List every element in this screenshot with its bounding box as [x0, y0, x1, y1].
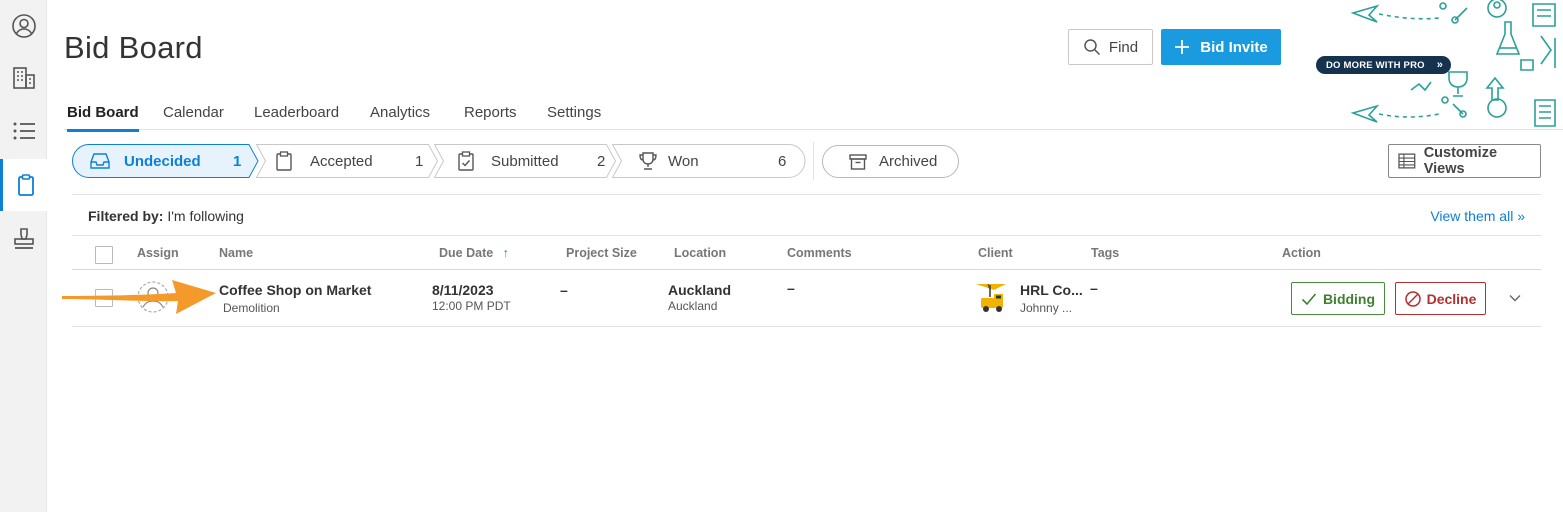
column-due-date[interactable]: Due Date ↑	[439, 246, 509, 260]
column-client[interactable]: Client	[978, 246, 1013, 260]
client-contact: Johnny ...	[1020, 301, 1073, 315]
trophy-icon	[638, 151, 658, 171]
table-grid-icon	[1398, 153, 1416, 169]
row-expand-chevron[interactable]	[1508, 290, 1522, 308]
stage-count: 2	[597, 152, 606, 170]
clipboard-check-icon	[458, 151, 478, 171]
column-due-date-label: Due Date	[439, 246, 494, 260]
client-logo	[972, 279, 1012, 320]
bid-invite-button[interactable]: Bid Invite	[1161, 29, 1281, 65]
filter-description: Filtered by: I'm following	[88, 208, 244, 224]
bidding-button[interactable]: Bidding	[1291, 282, 1385, 315]
stage-submitted[interactable]: Submitted 2	[434, 144, 617, 178]
stage-label: Submitted	[491, 152, 559, 170]
archived-button[interactable]: Archived	[822, 145, 959, 178]
sort-ascending-icon: ↑	[502, 246, 509, 260]
decline-button[interactable]: Decline	[1395, 282, 1486, 315]
building-icon	[12, 67, 35, 89]
stage-label: Undecided	[124, 152, 201, 170]
bid-invite-label: Bid Invite	[1200, 38, 1268, 56]
column-name[interactable]: Name	[219, 246, 253, 260]
find-label: Find	[1108, 38, 1139, 56]
main-tabs: Bid Board Calendar Leaderboard Analytics…	[64, 96, 1563, 132]
stamp-icon	[13, 228, 34, 249]
stage-undecided[interactable]: Undecided 1	[72, 144, 260, 178]
comments[interactable]: –	[787, 280, 795, 296]
stage-count: 1	[233, 152, 242, 170]
column-tags[interactable]: Tags	[1091, 246, 1119, 260]
clipboard-icon	[276, 151, 296, 171]
tab-settings[interactable]: Settings	[547, 104, 601, 129]
archive-box-icon	[849, 153, 867, 170]
tab-bid-board[interactable]: Bid Board	[67, 104, 139, 132]
column-assign[interactable]: Assign	[137, 246, 179, 260]
plus-icon	[1175, 40, 1190, 54]
pro-badge-label: DO MORE WITH PRO	[1326, 59, 1425, 71]
left-nav-rail	[0, 0, 48, 512]
column-action: Action	[1282, 246, 1321, 260]
due-date-cell: 8/11/2023 12:00 PM PDT	[432, 282, 511, 313]
table-header: Assign Name Due Date ↑ Project Size Loca…	[72, 236, 1541, 270]
find-button[interactable]: Find	[1068, 29, 1153, 65]
tab-analytics[interactable]: Analytics	[370, 104, 430, 129]
location-city: Auckland	[668, 282, 732, 298]
due-time: 12:00 PM PDT	[432, 299, 511, 313]
inbox-icon	[90, 151, 110, 171]
prohibited-icon	[1404, 290, 1421, 307]
stage-count: 1	[415, 152, 424, 170]
search-icon	[1084, 39, 1100, 56]
stamp-nav-item[interactable]	[0, 213, 47, 265]
decline-label: Decline	[1426, 290, 1477, 307]
filter-prefix: Filtered by:	[88, 208, 164, 224]
customize-views-button[interactable]: Customize Views	[1388, 144, 1541, 178]
column-comments[interactable]: Comments	[787, 246, 852, 260]
page-title: Bid Board	[64, 30, 203, 65]
stage-count: 6	[778, 152, 787, 170]
stage-label: Accepted	[310, 152, 373, 170]
archived-label: Archived	[879, 153, 938, 170]
account-nav-item[interactable]	[0, 0, 47, 52]
bid-board-nav-item[interactable]	[0, 159, 48, 211]
table-row[interactable]: Coffee Shop on Market Demolition 8/11/20…	[72, 270, 1541, 327]
project-size: –	[560, 282, 568, 298]
tab-calendar[interactable]: Calendar	[163, 104, 224, 129]
list-icon	[13, 122, 35, 140]
column-project-size[interactable]: Project Size	[566, 246, 637, 260]
bidding-label: Bidding	[1322, 290, 1376, 307]
stage-won[interactable]: Won 6	[612, 144, 806, 178]
select-all-checkbox[interactable]	[95, 246, 113, 264]
project-trade: Demolition	[223, 301, 280, 315]
client-name[interactable]: HRL Co...	[1020, 282, 1083, 298]
clipboard-icon	[17, 174, 34, 196]
chevron-down-icon	[1509, 295, 1521, 302]
tab-reports[interactable]: Reports	[464, 104, 517, 129]
project-name-link[interactable]: Coffee Shop on Market	[219, 282, 371, 298]
companies-nav-item[interactable]	[0, 52, 47, 104]
divider	[813, 142, 814, 180]
checkmark-icon	[1301, 292, 1317, 305]
double-chevron-right-icon: »	[1436, 59, 1444, 71]
list-nav-item[interactable]	[0, 105, 47, 157]
do-more-with-pro-badge[interactable]: DO MORE WITH PRO »	[1316, 56, 1451, 74]
crane-truck-logo	[976, 283, 1006, 312]
project-name-cell: Coffee Shop on Market Demolition	[219, 282, 371, 315]
view-them-all-link[interactable]: View them all »	[1430, 208, 1525, 224]
stage-label: Won	[668, 152, 699, 170]
filter-value: I'm following	[167, 208, 244, 224]
location-cell: Auckland Auckland	[668, 282, 731, 313]
location-region: Auckland	[668, 299, 718, 313]
stage-accepted[interactable]: Accepted 1	[256, 144, 439, 178]
tab-leaderboard[interactable]: Leaderboard	[254, 104, 339, 129]
tags[interactable]: –	[1090, 280, 1098, 296]
annotation-arrow-icon	[62, 280, 216, 314]
due-date: 8/11/2023	[432, 282, 494, 298]
customize-views-label: Customize Views	[1423, 145, 1498, 177]
filter-bar: Filtered by: I'm following View them all…	[72, 194, 1541, 236]
column-location[interactable]: Location	[674, 246, 726, 260]
account-icon	[11, 14, 36, 38]
client-cell: HRL Co... Johnny ...	[1020, 282, 1083, 315]
